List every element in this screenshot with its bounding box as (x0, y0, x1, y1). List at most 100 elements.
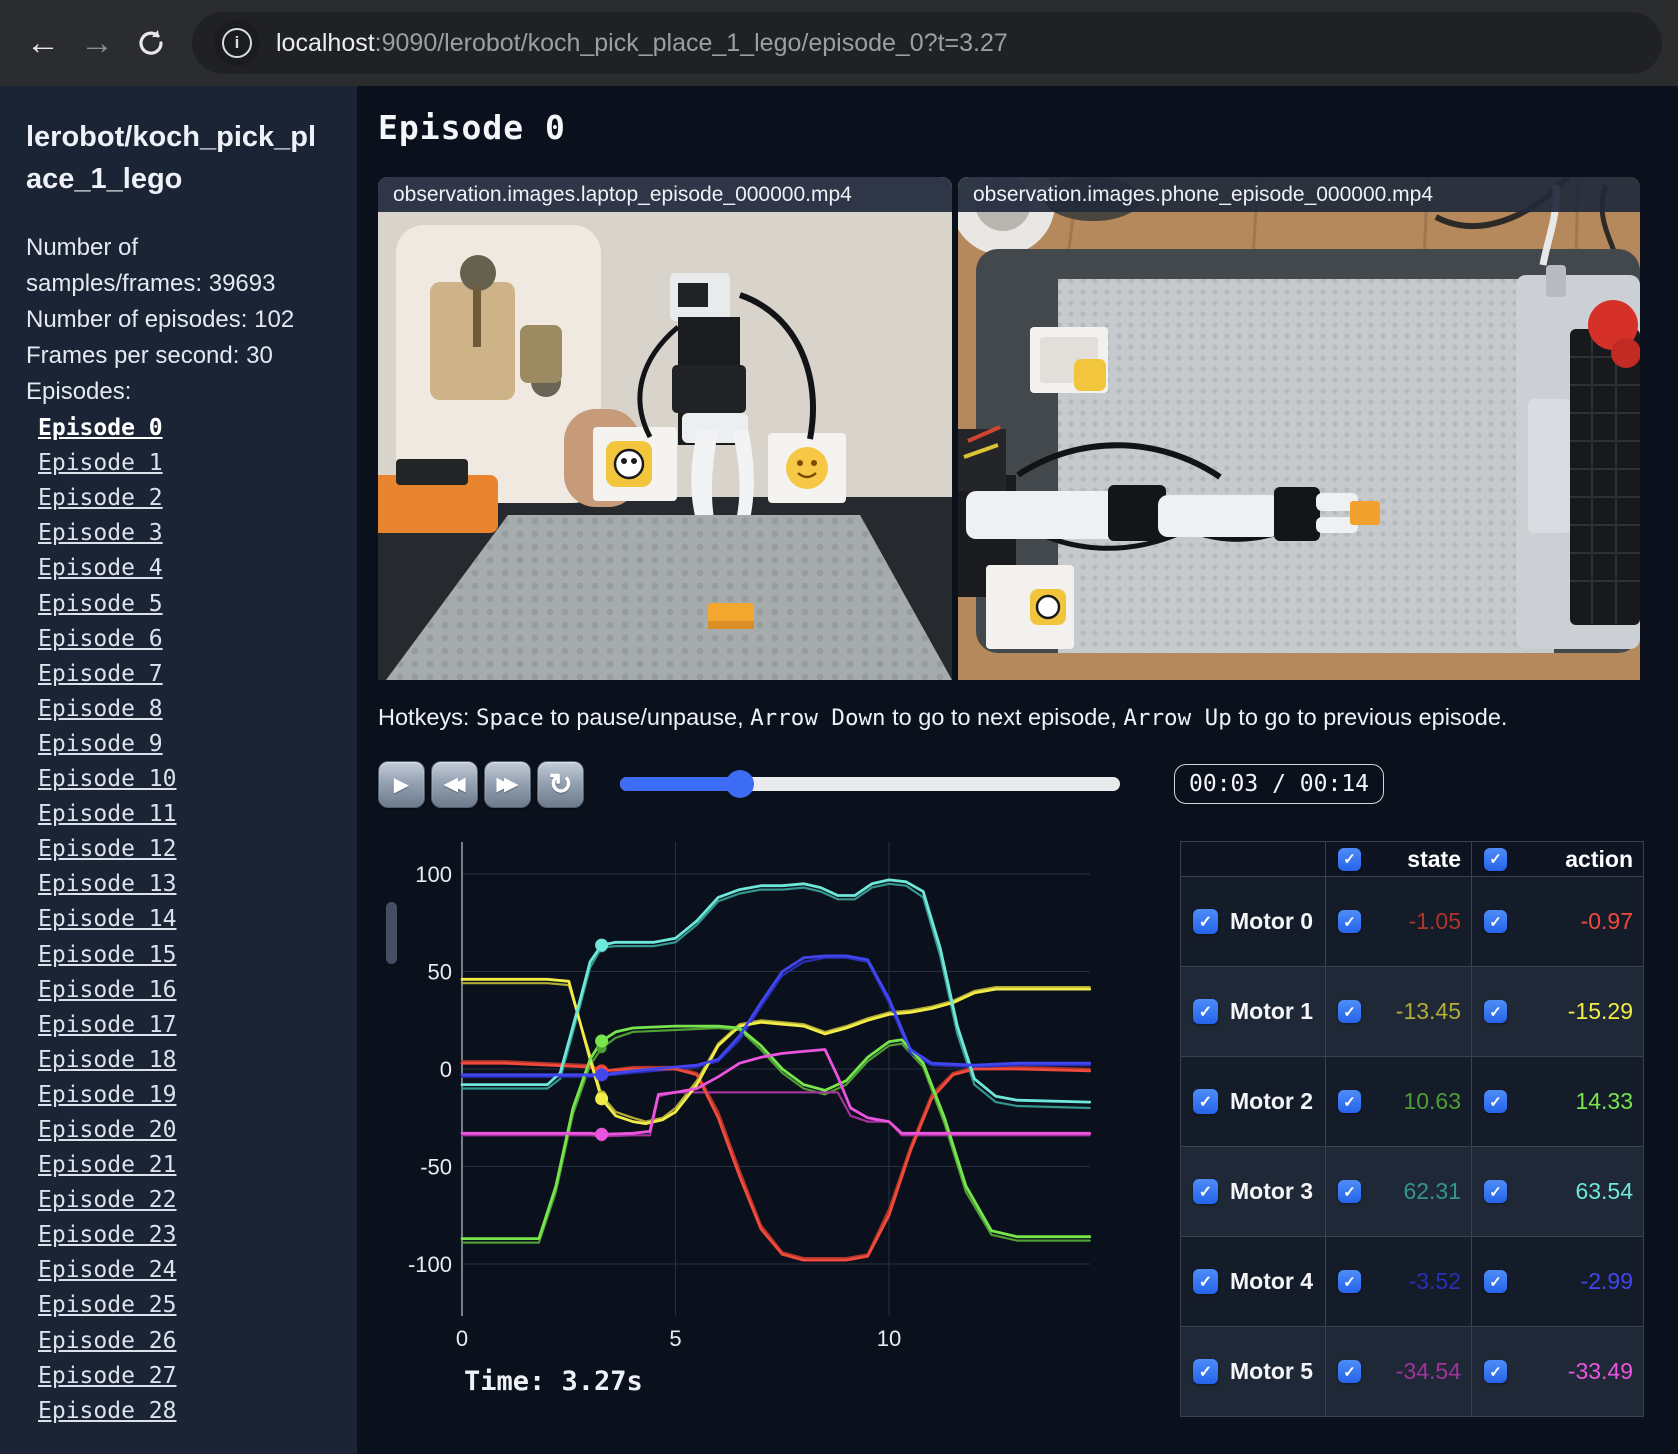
action-column-checkbox[interactable]: ✓ (1484, 847, 1507, 871)
state-column-checkbox[interactable]: ✓ (1338, 847, 1361, 871)
episode-list-item: Episode 12 (38, 833, 339, 868)
episode-link[interactable]: Episode 21 (38, 1152, 176, 1178)
box-panda (593, 427, 677, 501)
state-header-cell: ✓ state (1325, 841, 1472, 877)
scrollbar-thumb[interactable] (386, 902, 397, 964)
action-checkbox[interactable]: ✓ (1484, 1090, 1507, 1113)
table-row: ✓ Motor 4 ✓ -3.52 ✓ -2.99 (1180, 1236, 1644, 1327)
state-checkbox[interactable]: ✓ (1338, 910, 1361, 933)
dataset-stat: Frames per second: 30 (26, 342, 273, 370)
motor-checkbox[interactable]: ✓ (1193, 1269, 1218, 1294)
table-row: ✓ Motor 0 ✓ -1.05 ✓ -0.97 (1180, 876, 1644, 967)
episode-link[interactable]: Episode 14 (38, 906, 176, 932)
episode-list-item: Episode 11 (38, 798, 339, 833)
episode-link[interactable]: Episode 19 (38, 1082, 176, 1108)
table-row: ✓ Motor 2 ✓ 10.63 ✓ 14.33 (1180, 1056, 1644, 1147)
play-button[interactable]: ▶ (378, 760, 425, 808)
back-icon[interactable]: ← (16, 16, 70, 70)
action-checkbox[interactable]: ✓ (1484, 910, 1507, 933)
motor-checkbox[interactable]: ✓ (1193, 1179, 1218, 1204)
site-info-button[interactable]: i (214, 20, 260, 66)
motor-label: Motor 0 (1230, 908, 1314, 934)
motor-checkbox[interactable]: ✓ (1193, 1089, 1218, 1114)
episode-link[interactable]: Episode 25 (38, 1292, 176, 1318)
episode-link[interactable]: Episode 2 (38, 485, 163, 511)
episode-list-item: Episode 8 (38, 693, 339, 728)
action-checkbox[interactable]: ✓ (1484, 1270, 1507, 1293)
fast-forward-icon: ▶▶ (496, 773, 518, 795)
episode-link[interactable]: Episode 23 (38, 1222, 176, 1248)
seek-slider-thumb[interactable] (726, 770, 754, 798)
episode-link[interactable]: Episode 11 (38, 801, 176, 827)
video-phone[interactable]: observation.images.phone_episode_000000.… (958, 177, 1640, 680)
motor-checkbox[interactable]: ✓ (1193, 999, 1218, 1024)
episode-list-item: Episode 5 (38, 588, 339, 623)
episode-list-item: Episode 7 (38, 658, 339, 693)
episode-list-item: Episode 15 (38, 939, 339, 974)
episode-link[interactable]: Episode 3 (38, 520, 163, 546)
episode-link[interactable]: Episode 27 (38, 1363, 176, 1389)
episode-link[interactable]: Episode 15 (38, 942, 176, 968)
episode-link[interactable]: Episode 7 (38, 661, 163, 687)
action-checkbox[interactable]: ✓ (1484, 1180, 1507, 1203)
motor-checkbox[interactable]: ✓ (1193, 1359, 1218, 1384)
episode-link[interactable]: Episode 10 (38, 766, 176, 792)
state-checkbox[interactable]: ✓ (1338, 1000, 1361, 1023)
state-checkbox[interactable]: ✓ (1338, 1090, 1361, 1113)
video-laptop-frame (378, 177, 952, 680)
episode-link[interactable]: Episode 17 (38, 1012, 176, 1038)
episode-link[interactable]: Episode 12 (38, 836, 176, 862)
rewind-icon: ◀◀ (443, 773, 465, 795)
motor-chart[interactable]: 100 50 0 -50 -100 0 5 10 Time: 3.27s (378, 834, 1102, 1409)
fast-forward-button[interactable]: ▶▶ (484, 760, 531, 808)
state-checkbox[interactable]: ✓ (1338, 1270, 1361, 1293)
reload-glyph (139, 30, 163, 55)
bottom-row: 100 50 0 -50 -100 0 5 10 Time: 3.27s ✓ state (378, 834, 1678, 1417)
episode-list-item: Episode 25 (38, 1289, 339, 1324)
motor-label: Motor 3 (1230, 1178, 1314, 1204)
motor-checkbox[interactable]: ✓ (1193, 909, 1218, 934)
episode-list-item: Episode 4 (38, 552, 339, 587)
episode-link[interactable]: Episode 0 (38, 415, 163, 441)
episode-link[interactable]: Episode 26 (38, 1328, 176, 1354)
forward-icon[interactable]: → (70, 16, 124, 70)
episode-link[interactable]: Episode 5 (38, 591, 163, 617)
episode-link[interactable]: Episode 4 (38, 555, 163, 581)
seek-slider[interactable] (620, 770, 1120, 798)
svg-text:100: 100 (415, 862, 452, 887)
episode-link[interactable]: Episode 28 (38, 1398, 176, 1424)
svg-text:0: 0 (440, 1057, 452, 1082)
reload-icon[interactable] (124, 16, 178, 70)
episode-link[interactable]: Episode 22 (38, 1187, 176, 1213)
episode-link[interactable]: Episode 20 (38, 1117, 176, 1143)
episode-list-item: Episode 17 (38, 1009, 339, 1044)
video-laptop[interactable]: observation.images.laptop_episode_000000… (378, 177, 952, 680)
action-checkbox[interactable]: ✓ (1484, 1000, 1507, 1023)
episode-list-item: Episode 10 (38, 763, 339, 798)
state-value: -1.05 (1408, 908, 1461, 934)
episode-link[interactable]: Episode 13 (38, 871, 176, 897)
info-icon: i (222, 28, 252, 58)
dataset-stat: Number of episodes: 102 (26, 306, 295, 334)
url-text[interactable]: localhost:9090/lerobot/koch_pick_place_1… (276, 29, 1008, 58)
episode-link[interactable]: Episode 18 (38, 1047, 176, 1073)
state-checkbox[interactable]: ✓ (1338, 1180, 1361, 1203)
episode-link[interactable]: Episode 16 (38, 977, 176, 1003)
state-checkbox[interactable]: ✓ (1338, 1360, 1361, 1383)
hotkey-text: Hotkeys: (378, 704, 476, 730)
episode-link[interactable]: Episode 1 (38, 450, 163, 476)
action-checkbox[interactable]: ✓ (1484, 1360, 1507, 1383)
episode-link[interactable]: Episode 24 (38, 1257, 176, 1283)
episode-link[interactable]: Episode 6 (38, 626, 163, 652)
episode-list-item: Episode 18 (38, 1044, 339, 1079)
current-time-marker (595, 1068, 609, 1082)
hotkey-text: to go to previous episode. (1231, 704, 1508, 730)
hotkey-key: Space (475, 705, 544, 731)
episode-link[interactable]: Episode 9 (38, 731, 163, 757)
video-caption: observation.images.phone_episode_000000.… (958, 177, 1640, 212)
rewind-button[interactable]: ◀◀ (431, 760, 478, 808)
episode-list-item: Episode 13 (38, 868, 339, 903)
loop-button[interactable]: ↻ (537, 760, 584, 808)
episode-link[interactable]: Episode 8 (38, 696, 163, 722)
url-bar[interactable]: i localhost:9090/lerobot/koch_pick_place… (192, 12, 1662, 74)
